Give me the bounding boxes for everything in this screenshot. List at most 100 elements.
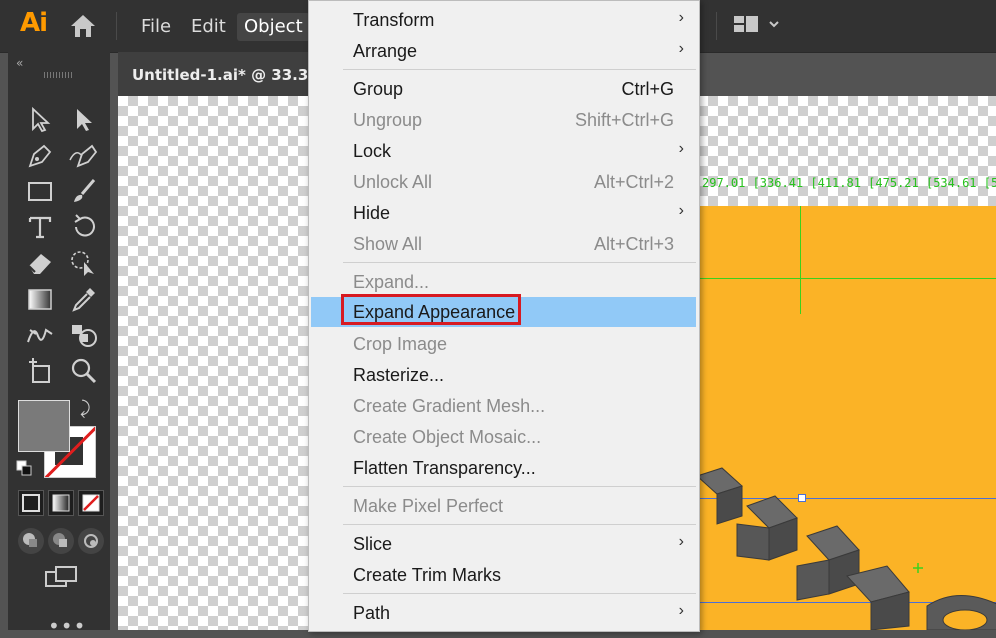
color-mode-button[interactable]: [18, 490, 44, 516]
none-icon: [82, 494, 100, 512]
fill-swatch[interactable]: [18, 400, 70, 452]
swap-fill-stroke-icon[interactable]: ⤸: [80, 398, 91, 419]
zoom-tool[interactable]: [68, 356, 100, 386]
paintbrush-tool-icon: [74, 179, 96, 202]
submenu-arrow-icon: ›: [678, 9, 684, 26]
more-tools-icon[interactable]: •••: [48, 614, 86, 638]
eyedropper-tool-icon: [72, 288, 95, 312]
rotate-tool[interactable]: [68, 212, 100, 242]
screen-mode-button[interactable]: [44, 564, 78, 590]
menu-item-hide[interactable]: Hide ›: [311, 198, 696, 228]
menu-item-label: Make Pixel Perfect: [353, 496, 504, 516]
app-logo: Ai: [20, 8, 48, 38]
draw-inside-button[interactable]: [78, 528, 104, 554]
menu-item-label: Expand Appearance: [353, 302, 516, 322]
menu-file[interactable]: File: [134, 13, 178, 41]
menu-item-label: Ungroup: [353, 110, 423, 130]
menubar-divider: [116, 12, 117, 40]
warp-tool[interactable]: [68, 248, 100, 278]
curvature-tool[interactable]: [68, 140, 100, 170]
object-menu-dropdown: Transform › Arrange › Group Ctrl+G Ungro…: [308, 0, 700, 632]
menu-item-slice[interactable]: Slice ›: [311, 529, 696, 559]
menu-item-label: Slice: [353, 534, 393, 554]
symbol-sprayer-tool-icon: [27, 328, 53, 343]
eraser-tool-icon: [28, 254, 51, 274]
gradient-icon: [52, 494, 70, 512]
type-tool[interactable]: [24, 212, 56, 242]
menu-item-label: Arrange: [353, 41, 418, 61]
draw-normal-icon: [23, 533, 37, 547]
menu-item-unlock-all[interactable]: Unlock All Alt+Ctrl+2: [311, 167, 696, 197]
3d-text-artwork[interactable]: [697, 446, 996, 630]
none-mode-button[interactable]: [78, 490, 104, 516]
rectangle-tool-icon: [28, 182, 52, 201]
draw-normal-button[interactable]: [18, 528, 44, 554]
menu-item-show-all[interactable]: Show All Alt+Ctrl+3: [311, 229, 696, 259]
pen-tool-icon: [28, 144, 52, 168]
submenu-arrow-icon: ›: [678, 533, 684, 550]
menu-object[interactable]: Object: [237, 13, 310, 41]
menu-item-create-gradient-mesh[interactable]: Create Gradient Mesh...: [311, 391, 696, 421]
draw-inside-icon: [84, 534, 98, 548]
menu-separator: [343, 524, 696, 525]
rectangle-tool[interactable]: [24, 176, 56, 206]
menu-item-create-trim-marks[interactable]: Create Trim Marks: [311, 560, 696, 590]
panel-grip[interactable]: [44, 72, 74, 78]
menu-item-make-pixel-perfect[interactable]: Make Pixel Perfect: [311, 491, 696, 521]
paintbrush-tool[interactable]: [68, 176, 100, 206]
artboard-tool[interactable]: [24, 356, 56, 386]
menu-item-flatten-transparency[interactable]: Flatten Transparency...: [311, 453, 696, 483]
workspace-switcher[interactable]: [734, 14, 784, 36]
menu-item-create-object-mosaic[interactable]: Create Object Mosaic...: [311, 422, 696, 452]
menu-item-label: Create Object Mosaic...: [353, 427, 542, 447]
submenu-arrow-icon: ›: [678, 202, 684, 219]
menu-item-label: Create Gradient Mesh...: [353, 396, 546, 416]
workspace-layout-icon: [734, 16, 779, 32]
selection-tool-icon: [32, 106, 51, 133]
direct-selection-tool[interactable]: [68, 104, 100, 134]
menu-item-path[interactable]: Path ›: [311, 598, 696, 628]
menu-item-lock[interactable]: Lock ›: [311, 136, 696, 166]
gradient-mode-button[interactable]: [48, 490, 74, 516]
eyedropper-tool[interactable]: [68, 284, 100, 314]
menu-separator: [343, 69, 696, 70]
document-tab-title: Untitled-1.ai* @ 33.33%: [132, 66, 334, 84]
menu-edit[interactable]: Edit: [184, 13, 233, 41]
gradient-tool-icon: [28, 289, 52, 310]
menu-item-shortcut: Alt+Ctrl+2: [593, 172, 674, 192]
gradient-tool[interactable]: [24, 284, 56, 314]
pen-tool[interactable]: [24, 140, 56, 170]
collapse-panel-icon[interactable]: «: [16, 56, 23, 70]
menu-item-expand-appearance[interactable]: Expand Appearance: [311, 294, 696, 327]
menu-item-label: Create Trim Marks: [353, 565, 502, 585]
menubar-divider: [716, 12, 717, 40]
color-icon: [22, 494, 40, 512]
eraser-tool[interactable]: [24, 248, 56, 278]
symbol-sprayer-tool[interactable]: [24, 320, 56, 350]
zoom-tool-icon: [71, 358, 97, 384]
menu-separator: [343, 262, 696, 263]
draw-behind-icon: [53, 533, 67, 547]
menu-item-rasterize[interactable]: Rasterize...: [311, 360, 696, 390]
draw-behind-button[interactable]: [48, 528, 74, 554]
rotate-tool-icon: [74, 214, 95, 237]
curvature-tool-icon: [69, 144, 98, 168]
home-button[interactable]: [68, 12, 98, 40]
default-fill-stroke-icon[interactable]: [16, 460, 32, 476]
menu-item-crop-image[interactable]: Crop Image: [311, 329, 696, 359]
menu-item-shortcut: Ctrl+G: [621, 79, 674, 99]
menu-item-label: Crop Image: [353, 334, 448, 354]
menu-item-arrange[interactable]: Arrange ›: [311, 36, 696, 66]
submenu-arrow-icon: ›: [678, 140, 684, 157]
menu-item-label: Expand...: [353, 272, 430, 292]
menu-item-expand[interactable]: Expand...: [311, 267, 696, 297]
direct-selection-tool-icon: [77, 109, 92, 131]
menu-item-label: Path: [353, 603, 391, 623]
menu-separator: [343, 486, 696, 487]
smart-guide-line: [800, 206, 801, 314]
menu-item-transform[interactable]: Transform ›: [311, 5, 696, 35]
selection-tool[interactable]: [24, 104, 56, 134]
shape-builder-tool[interactable]: [68, 320, 100, 350]
menu-item-ungroup[interactable]: Ungroup Shift+Ctrl+G: [311, 105, 696, 135]
menu-item-group[interactable]: Group Ctrl+G: [311, 74, 696, 104]
